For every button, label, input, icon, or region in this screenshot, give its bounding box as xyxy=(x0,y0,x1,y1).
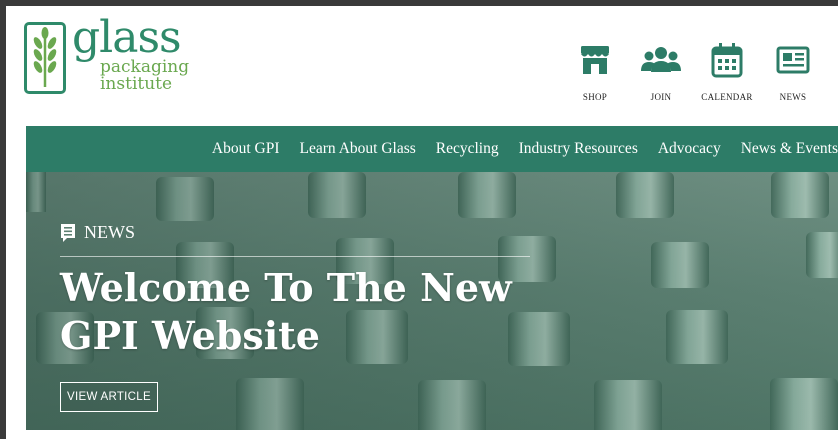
news-link[interactable]: NEWS xyxy=(760,42,826,102)
people-icon xyxy=(641,47,681,72)
hero-divider xyxy=(60,256,530,257)
nav-news-events[interactable]: News & Events xyxy=(741,140,838,158)
logo-word-glass: glass xyxy=(72,12,182,63)
news-tag-icon xyxy=(61,223,75,242)
logo-word-institute: institute xyxy=(100,74,173,94)
news-tag-label: NEWS xyxy=(84,222,135,242)
calendar-link[interactable]: CALENDAR xyxy=(694,42,760,102)
view-article-button[interactable]: VIEW ARTICLE xyxy=(60,382,158,412)
shop-label: SHOP xyxy=(582,92,608,102)
nav-learn-about-glass[interactable]: Learn About Glass xyxy=(300,140,416,158)
news-label: NEWS xyxy=(779,92,807,102)
main-nav: About GPI Learn About Glass Recycling In… xyxy=(26,126,838,172)
news-tag[interactable]: NEWS xyxy=(60,222,135,243)
shop-link[interactable]: SHOP xyxy=(562,42,628,102)
hero-banner: NEWS Welcome To The New GPI Website VIEW… xyxy=(26,172,838,430)
calendar-label: CALENDAR xyxy=(701,92,753,102)
join-link[interactable]: JOIN xyxy=(628,42,694,102)
hero-headline: Welcome To The New GPI Website xyxy=(60,265,512,358)
page: glass packaging institute SHOP JOIN CALE… xyxy=(6,6,838,439)
wheat-logo-icon xyxy=(24,22,66,94)
calendar-icon xyxy=(711,43,743,78)
utility-nav: SHOP JOIN CALENDAR NEWS xyxy=(562,42,826,102)
storefront-icon xyxy=(581,46,609,74)
gpi-logo[interactable]: glass packaging institute xyxy=(24,16,194,104)
nav-advocacy[interactable]: Advocacy xyxy=(658,140,721,158)
nav-industry-resources[interactable]: Industry Resources xyxy=(519,140,638,158)
newspaper-icon xyxy=(776,46,810,74)
nav-about-gpi[interactable]: About GPI xyxy=(212,140,280,158)
join-label: JOIN xyxy=(650,92,672,102)
nav-recycling[interactable]: Recycling xyxy=(436,140,499,158)
